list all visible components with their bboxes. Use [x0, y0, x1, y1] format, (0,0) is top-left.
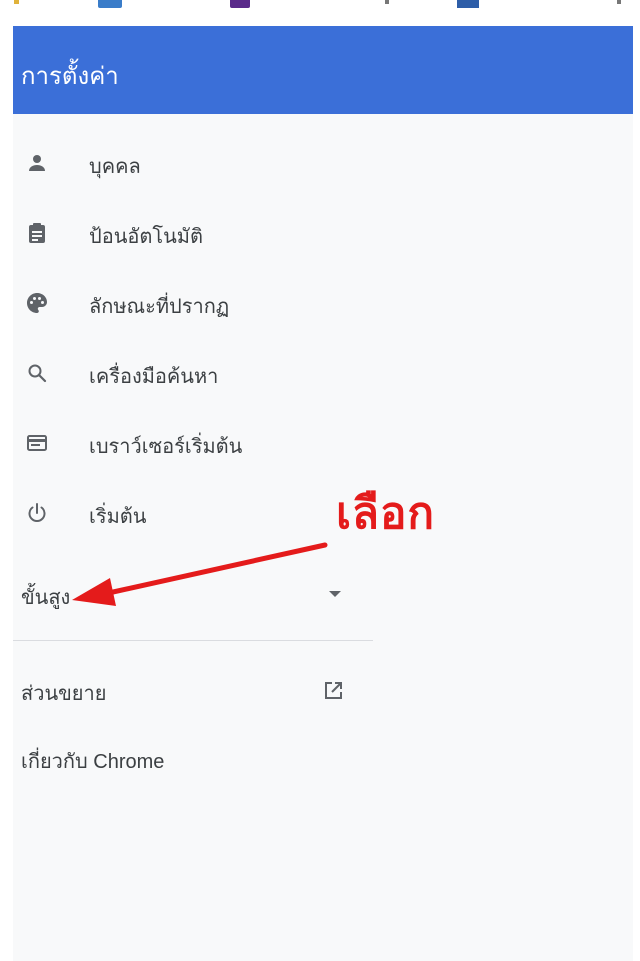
bookmark-icon[interactable]: [230, 0, 250, 8]
clipboard-icon: [29, 223, 45, 243]
sidebar-item-appearance[interactable]: ลักษณะที่ปรากฏ: [13, 278, 373, 328]
open-in-new-icon: [325, 682, 342, 699]
settings-sidebar: การตั้งค่า บุคคล ป้อนอัตโนมัติ ลักษณะที่…: [13, 26, 633, 961]
power-icon: [28, 503, 46, 522]
sidebar-item-default-browser[interactable]: เบราว์เซอร์เริ่มต้น: [13, 418, 373, 468]
settings-header: การตั้งค่า: [13, 26, 633, 114]
sidebar-item-label: ลักษณะที่ปรากฏ: [89, 296, 230, 318]
sidebar-item-label: ป้อนอัตโนมัติ: [89, 226, 203, 248]
sidebar-item-label: เครื่องมือค้นหา: [89, 366, 219, 388]
search-icon: [28, 364, 47, 383]
bookmark-icon[interactable]: [617, 0, 621, 4]
extensions-label: ส่วนขยาย: [21, 683, 107, 705]
bookmark-icon[interactable]: [98, 0, 122, 8]
about-chrome-label: เกี่ยวกับ Chrome: [21, 751, 165, 773]
browser-top-strip: [0, 0, 640, 26]
sidebar-item-autofill[interactable]: ป้อนอัตโนมัติ: [13, 208, 373, 258]
palette-icon: [27, 293, 47, 313]
sidebar-item-on-startup[interactable]: เริ่มต้น: [13, 488, 373, 538]
annotation-label: เลือก: [336, 489, 436, 538]
about-chrome-link[interactable]: เกี่ยวกับ Chrome: [13, 739, 358, 779]
bookmark-icon[interactable]: [457, 0, 479, 8]
sidebar-item-search-engine[interactable]: เครื่องมือค้นหา: [13, 348, 373, 398]
caret-down-icon: [329, 591, 341, 597]
page-title: การตั้งค่า: [21, 63, 119, 90]
sidebar-item-label: บุคคล: [89, 156, 141, 178]
bookmark-icon[interactable]: [14, 0, 19, 4]
sidebar-item-people[interactable]: บุคคล: [13, 138, 373, 188]
person-icon: [29, 155, 45, 171]
bookmark-icon[interactable]: [385, 0, 389, 4]
browser-window-icon: [27, 435, 47, 451]
divider: [13, 640, 373, 641]
sidebar-item-label: เริ่มต้น: [89, 506, 147, 528]
extensions-link[interactable]: ส่วนขยาย: [13, 671, 358, 711]
sidebar-item-label: เบราว์เซอร์เริ่มต้น: [89, 436, 243, 458]
advanced-label: ขั้นสูง: [21, 587, 71, 609]
advanced-section-toggle[interactable]: ขั้นสูง: [13, 575, 358, 615]
